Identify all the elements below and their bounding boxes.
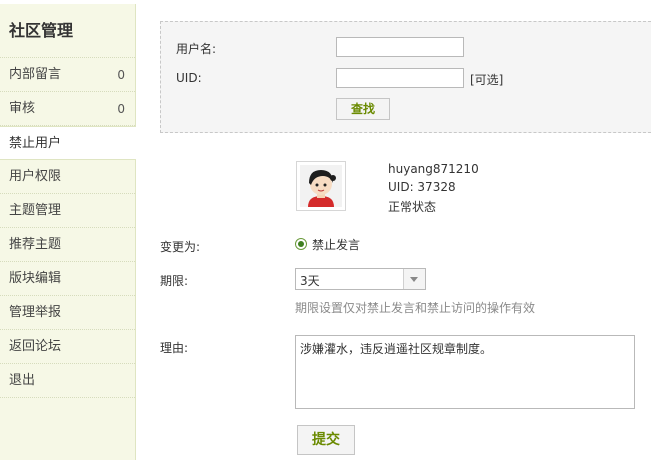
period-select[interactable]: 3天 <box>295 268 426 290</box>
sidebar-item-user-permissions[interactable]: 用户权限 <box>0 160 135 194</box>
sidebar-item-label: 推荐主题 <box>9 237 62 252</box>
search-button[interactable]: 查找 <box>336 98 390 120</box>
user-name: huyang871210 <box>388 162 479 176</box>
sidebar-item-ban-user[interactable]: 禁止用户 <box>0 126 136 160</box>
period-hint: 期限设置仅对禁止发言和禁止访问的操作有效 <box>295 301 536 315</box>
uid-optional-note: [可选] <box>470 73 504 87</box>
ban-post-option-label: 禁止发言 <box>312 238 361 252</box>
username-input[interactable] <box>336 37 464 57</box>
sidebar-item-recommended-topics[interactable]: 推荐主题 <box>0 228 135 262</box>
user-uid: UID: 37328 <box>388 180 456 194</box>
sidebar-item-label: 用户权限 <box>9 169 62 184</box>
sidebar-item-count: 0 <box>117 102 125 116</box>
sidebar: 社区管理 内部留言 0 审核 0 禁止用户 用户权限 主题管理 推荐主题 版块编… <box>0 4 136 460</box>
sidebar-item-label: 审核 <box>9 101 36 116</box>
period-label: 期限: <box>160 274 189 288</box>
user-status: 正常状态 <box>388 200 437 214</box>
sidebar-item-label: 禁止用户 <box>9 136 62 151</box>
reason-textarea[interactable]: 涉嫌灌水，违反逍遥社区规章制度。 <box>295 335 635 409</box>
sidebar-item-back-to-forum[interactable]: 返回论坛 <box>0 330 135 364</box>
sidebar-title: 社区管理 <box>0 4 135 58</box>
user-avatar-cartoon-icon <box>300 165 342 207</box>
user-search-panel: 用户名: UID: [可选] 查找 <box>160 21 651 133</box>
chevron-down-icon[interactable] <box>403 269 425 289</box>
sidebar-item-label: 退出 <box>9 373 36 388</box>
period-selected-value: 3天 <box>300 274 320 288</box>
sidebar-item-label: 管理举报 <box>9 305 62 320</box>
uid-input[interactable] <box>336 68 464 88</box>
sidebar-item-review[interactable]: 审核 0 <box>0 92 135 126</box>
sidebar-item-logout[interactable]: 退出 <box>0 364 135 398</box>
sidebar-item-inbox[interactable]: 内部留言 0 <box>0 58 135 92</box>
sidebar-item-reports[interactable]: 管理举报 <box>0 296 135 330</box>
submit-button[interactable]: 提交 <box>297 425 355 455</box>
uid-label: UID: <box>176 71 202 85</box>
sidebar-item-label: 主题管理 <box>9 203 62 218</box>
ban-post-radio[interactable] <box>295 238 307 250</box>
reason-label: 理由: <box>160 341 189 355</box>
sidebar-item-topic-management[interactable]: 主题管理 <box>0 194 135 228</box>
sidebar-item-forum-edit[interactable]: 版块编辑 <box>0 262 135 296</box>
user-avatar <box>296 161 346 211</box>
sidebar-item-label: 版块编辑 <box>9 271 62 286</box>
sidebar-item-label: 返回论坛 <box>9 339 62 354</box>
change-to-label: 变更为: <box>160 240 201 254</box>
sidebar-item-label: 内部留言 <box>9 67 62 82</box>
sidebar-item-count: 0 <box>117 68 125 82</box>
username-label: 用户名: <box>176 42 217 56</box>
